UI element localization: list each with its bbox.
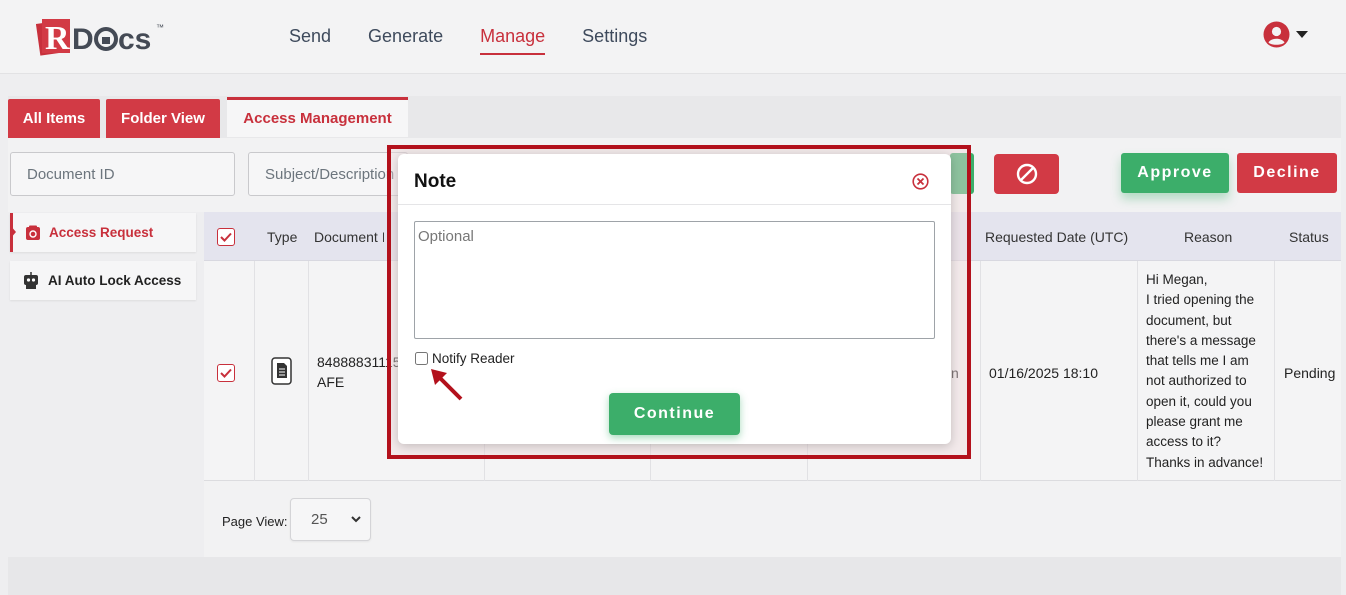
nav-generate[interactable]: Generate xyxy=(368,26,443,55)
reason-line: open it, could you xyxy=(1146,393,1252,409)
select-all-checkbox[interactable] xyxy=(217,228,235,246)
reason-line: that tells me I am xyxy=(1146,353,1249,369)
decline-button[interactable]: Decline xyxy=(1237,153,1337,193)
svg-text:cs: cs xyxy=(118,23,151,56)
column-divider xyxy=(308,261,309,481)
tab-access-management[interactable]: Access Management xyxy=(227,97,408,137)
reason-line: Thanks in advance! xyxy=(1146,454,1264,470)
column-divider xyxy=(254,261,255,481)
reason-line: access to it? xyxy=(1146,434,1222,450)
lock-document-icon xyxy=(26,225,40,240)
notify-reader-label: Notify Reader xyxy=(432,351,515,366)
reason-line: document, but xyxy=(1146,312,1232,328)
reason-line: there's a message xyxy=(1146,332,1256,348)
page-size-select[interactable]: 25 xyxy=(290,498,371,541)
robot-lock-icon xyxy=(24,271,38,289)
column-divider xyxy=(1137,261,1138,481)
document-type-icon xyxy=(271,357,292,385)
header-requested-date[interactable]: Requested Date (UTC) xyxy=(985,229,1128,245)
sidebar-item-label: AI Auto Lock Access xyxy=(48,273,182,288)
modal-header: Note xyxy=(398,154,951,205)
nav-send[interactable]: Send xyxy=(289,26,331,55)
tab-folder-view[interactable]: Folder View xyxy=(106,99,220,138)
header-type[interactable]: Type xyxy=(267,229,297,245)
page-size-value: 25 xyxy=(311,511,328,528)
check-icon xyxy=(220,232,232,242)
block-icon xyxy=(1016,163,1037,185)
document-id-input[interactable]: Document ID xyxy=(10,152,235,196)
app-header: R D cs ™ Send Generate Manage Settings xyxy=(0,0,1346,74)
rdocs-logo[interactable]: R D cs ™ xyxy=(36,16,186,58)
note-modal: Note Notify Reader Continue xyxy=(398,154,951,444)
column-divider xyxy=(1274,261,1275,481)
subject-description-input[interactable]: Subject/Description xyxy=(248,152,408,196)
modal-title: Note xyxy=(414,171,457,192)
svg-text:™: ™ xyxy=(156,23,164,32)
column-divider xyxy=(980,261,981,481)
block-button[interactable] xyxy=(994,154,1059,194)
nav-settings[interactable]: Settings xyxy=(582,26,647,55)
user-menu[interactable] xyxy=(1263,21,1308,48)
reason-line: please grant me xyxy=(1146,414,1243,430)
status-cell: Pending xyxy=(1284,365,1336,381)
header-status[interactable]: Status xyxy=(1289,229,1329,245)
chevron-down-icon xyxy=(351,516,361,523)
reason-line: not authorized to xyxy=(1146,373,1247,389)
reason-line: I tried opening the xyxy=(1146,292,1255,308)
notify-reader-checkbox[interactable] xyxy=(415,352,428,365)
pointer-arrow-icon xyxy=(431,369,463,401)
sidebar-item-label: Access Request xyxy=(49,225,154,240)
sidebar-item-ai-auto-lock-access[interactable]: AI Auto Lock Access xyxy=(10,261,196,300)
reason-line: Hi Megan, xyxy=(1146,272,1208,287)
sidebar-item-access-request[interactable]: Access Request xyxy=(10,213,196,252)
approve-button[interactable]: Approve xyxy=(1121,153,1229,193)
svg-text:D: D xyxy=(72,23,94,56)
reason-cell: Hi Megan, I tried opening the document, … xyxy=(1146,270,1271,473)
continue-button[interactable]: Continue xyxy=(609,393,740,435)
check-icon xyxy=(220,368,232,378)
caret-down-icon xyxy=(1296,30,1308,38)
document-id-suffix: AFE xyxy=(317,374,345,390)
notify-reader-option[interactable]: Notify Reader xyxy=(415,351,515,366)
close-icon[interactable] xyxy=(912,173,929,190)
page-view-label: Page View: xyxy=(222,514,288,529)
user-circle-icon xyxy=(1263,21,1290,48)
header-reason[interactable]: Reason xyxy=(1184,229,1232,245)
note-textarea[interactable] xyxy=(414,221,935,339)
row-checkbox[interactable] xyxy=(217,364,235,382)
nav-manage[interactable]: Manage xyxy=(480,26,546,55)
footer-strip xyxy=(8,557,1341,595)
requested-date-cell: 01/16/2025 18:10 xyxy=(989,365,1098,381)
main-nav: Send Generate Manage Settings xyxy=(289,26,647,55)
header-document-id[interactable]: Document ID xyxy=(314,229,384,245)
svg-text:R: R xyxy=(45,20,70,57)
tab-all-items[interactable]: All Items xyxy=(8,99,100,138)
